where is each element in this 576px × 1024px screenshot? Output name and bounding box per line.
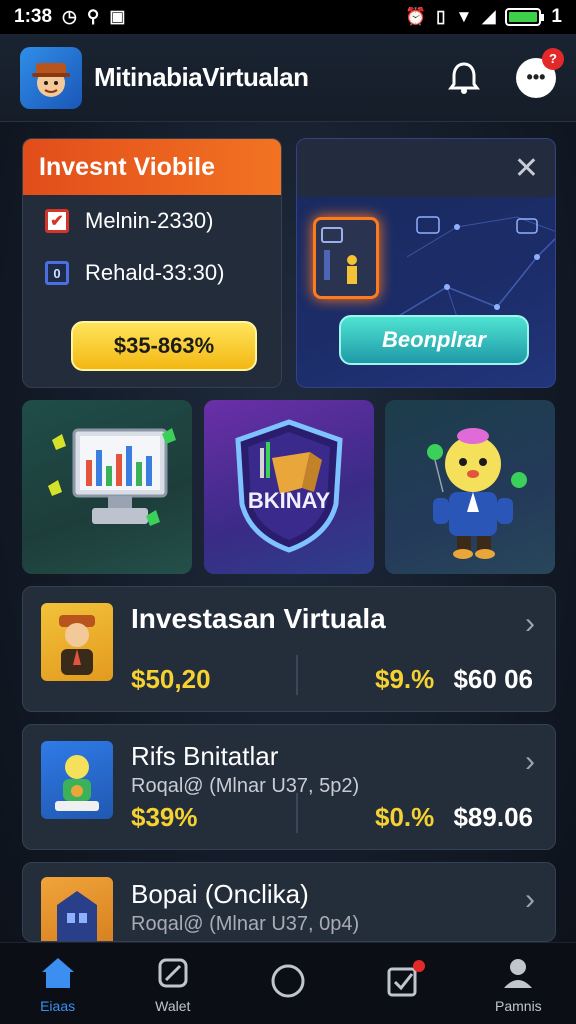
mascot-icon xyxy=(427,428,527,559)
alarm-icon: ◷ xyxy=(62,7,77,26)
promo-card: Invesnt Viobile ✔ Melnin-2330) 0 Rehald-… xyxy=(22,138,282,388)
list-item-amount: $89.06 xyxy=(453,802,533,832)
investor-avatar-icon xyxy=(32,62,70,97)
list-item-amount: $60 06 xyxy=(453,664,533,694)
list-item-value: $39% xyxy=(131,802,198,832)
circle-icon xyxy=(269,962,307,1000)
feature-tile-badge[interactable]: BKINAY xyxy=(204,400,374,574)
list-item-value: $50,20 xyxy=(131,664,211,694)
chevron-right-icon[interactable]: › xyxy=(525,607,535,641)
notification-dot xyxy=(413,959,426,972)
nav-wallet[interactable]: Walet xyxy=(123,954,223,1014)
bell-icon xyxy=(448,61,480,94)
building-thumb-icon xyxy=(41,877,113,941)
investor-portrait-graphic xyxy=(59,615,95,675)
nav-profile[interactable]: Pamnis xyxy=(468,954,568,1014)
signal-icon: ◢ xyxy=(482,7,496,26)
chat-button[interactable]: ••• ? xyxy=(516,47,564,98)
status-bar: 1:38 ◷ ⚲ ▣ ⏰ ▯ ▼ ◢ 1 xyxy=(0,0,576,34)
chat-dots-icon: ••• xyxy=(526,67,546,87)
badge-label: BKINAY xyxy=(247,488,331,513)
nav-label: Walet xyxy=(155,997,191,1014)
option-label: Rehald-33:30) xyxy=(85,260,225,285)
vibrate-icon: ▯ xyxy=(436,7,446,26)
mascot-thumb-icon xyxy=(41,741,113,819)
chat-badge: ? xyxy=(542,47,564,70)
list-item-title: Bopai (Onclika) xyxy=(131,879,309,909)
nav-center[interactable] xyxy=(238,962,338,1006)
alarm-clock-icon: ⏰ xyxy=(404,7,427,26)
list-item-title: Investasan Virtuala xyxy=(131,603,386,634)
home-icon xyxy=(39,954,77,992)
promo-title: Invesnt Viobile xyxy=(39,152,215,181)
bell-button[interactable] xyxy=(442,56,486,100)
feature-tile-mascot[interactable] xyxy=(385,400,555,574)
list-item-title: Rifs Bnitatlar xyxy=(131,741,279,771)
divider xyxy=(296,793,298,833)
divider xyxy=(296,655,298,695)
nav-tasks[interactable] xyxy=(353,959,453,1006)
wallet-leaf-icon xyxy=(154,954,192,992)
clock: 1:38 xyxy=(14,6,53,27)
checkbox-checked-icon[interactable]: ✔ xyxy=(45,209,69,233)
mascot-portrait-graphic xyxy=(55,755,99,811)
list-item-percent: $0.% xyxy=(375,802,435,832)
list-item-subtitle: Roqal@ (Mlnar U37, 0p4) xyxy=(131,913,360,935)
promo-header: Invesnt Viobile xyxy=(23,139,281,195)
list-item[interactable]: Investasan Virtuala › $50,20 $9.% $60 06 xyxy=(22,586,556,712)
checkbox-unchecked-icon[interactable]: 0 xyxy=(45,261,69,285)
app-header: MitinabiaVirtualan ••• ? xyxy=(0,34,576,122)
list-item-percent: $9.% xyxy=(375,664,435,694)
battery-label: 1 xyxy=(551,6,562,27)
nav-home[interactable]: Eiaas xyxy=(8,954,108,1014)
chevron-right-icon[interactable]: › xyxy=(525,745,535,779)
app-logo-icon[interactable] xyxy=(20,46,82,109)
feature-tile-analytics[interactable] xyxy=(22,400,192,574)
tablet-icon xyxy=(313,217,379,299)
list-item[interactable]: Rifs Bnitatlar Roqal@ (Mlnar U37, 5p2) ›… xyxy=(22,724,556,850)
wifi-icon: ▼ xyxy=(455,7,473,26)
bottom-nav: Eiaas Walet Pamnis xyxy=(0,942,576,1024)
investor-thumb-icon xyxy=(41,603,113,681)
tablet-screen-graphic xyxy=(321,227,357,284)
banner-card: ✕ Beonplrar xyxy=(296,138,556,388)
list-item[interactable]: Bopai (Onclika) Roqal@ (Mlnar U37, 0p4) … xyxy=(22,862,556,942)
banner-topbar: ✕ xyxy=(297,139,555,197)
option-label: Melnin-2330) xyxy=(85,208,214,233)
chevron-right-icon[interactable]: › xyxy=(525,883,535,917)
shield-badge-icon xyxy=(235,419,343,553)
app-title: MitinabiaVirtualan xyxy=(94,62,309,92)
list-item-subtitle: Roqal@ (Mlnar U37, 5p2) xyxy=(131,775,360,797)
battery-icon xyxy=(505,8,545,26)
image-icon: ▣ xyxy=(109,7,126,26)
monitor-chart-icon xyxy=(48,428,176,526)
option-row-2[interactable]: 0 Rehald-33:30) xyxy=(23,247,281,299)
building-graphic xyxy=(57,891,97,941)
nav-label: Pamnis xyxy=(495,997,542,1014)
notification-icon: ⚲ xyxy=(86,7,100,26)
close-icon[interactable]: ✕ xyxy=(514,151,539,186)
nav-label: Eiaas xyxy=(40,997,76,1014)
person-icon xyxy=(499,954,537,992)
promo-yellow-button[interactable]: $35-863% xyxy=(71,321,257,371)
option-row-1[interactable]: ✔ Melnin-2330) xyxy=(23,195,281,247)
banner-button[interactable]: Beonplrar xyxy=(339,315,529,365)
